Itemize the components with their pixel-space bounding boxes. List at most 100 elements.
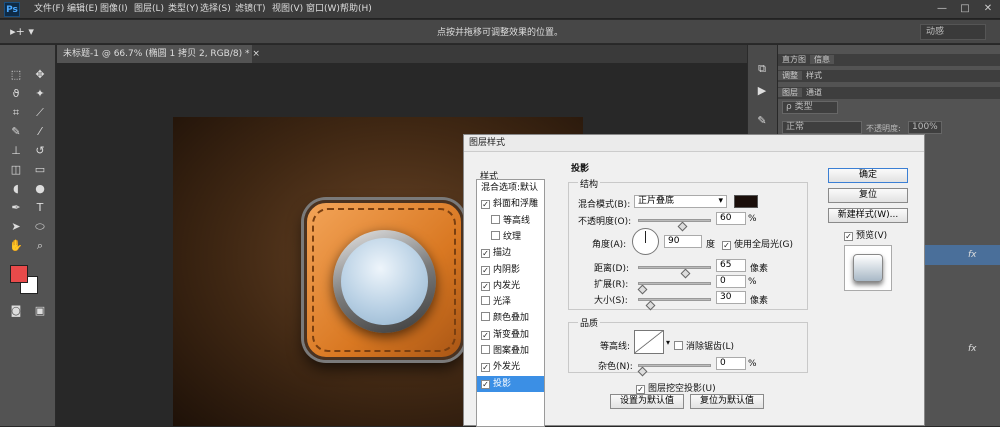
opacity-slider[interactable] xyxy=(638,219,711,232)
shape-tool-icon[interactable]: ⬭ xyxy=(30,218,50,236)
clone-stamp-icon[interactable]: ⊥ xyxy=(6,142,26,160)
style-item[interactable]: ✓ 内发光 xyxy=(477,278,544,294)
tab-info[interactable]: 信息 xyxy=(810,55,834,64)
spread-slider[interactable] xyxy=(637,282,711,295)
quick-mask-icon[interactable]: ◙ xyxy=(6,302,26,320)
style-item[interactable]: 图案叠加 xyxy=(477,343,544,359)
antialias-checkbox[interactable]: 消除锯齿(L) xyxy=(674,339,734,352)
menu-item[interactable]: 图像(I) xyxy=(100,0,128,19)
checkbox-checked-icon[interactable]: ✓ xyxy=(481,265,490,275)
tab-layers[interactable]: 图层 xyxy=(778,88,802,97)
checkbox-icon[interactable] xyxy=(481,312,490,322)
style-item[interactable]: 纹理 xyxy=(477,229,544,245)
menu-item[interactable]: 编辑(E) xyxy=(67,0,98,19)
lasso-tool-icon[interactable]: ϑ xyxy=(6,85,26,103)
close-tab-icon[interactable]: × xyxy=(252,49,260,59)
style-item[interactable]: ✓ 投影 xyxy=(477,375,544,392)
style-item[interactable]: 颜色叠加 xyxy=(477,310,544,326)
brush-tool-icon[interactable]: ⁄ xyxy=(30,123,50,141)
spread-field[interactable]: 0 xyxy=(716,275,746,288)
menu-item[interactable]: 选择(S) xyxy=(200,0,231,19)
size-slider[interactable] xyxy=(638,298,711,311)
eyedropper-icon[interactable]: ⟋ xyxy=(30,104,50,122)
close-button[interactable]: ✕ xyxy=(978,2,998,16)
chevron-down-icon[interactable]: ▾ xyxy=(666,338,670,347)
screen-mode-icon[interactable]: ▣ xyxy=(30,302,50,320)
tab-histogram[interactable]: 直方图 xyxy=(778,55,810,64)
menu-item[interactable]: 类型(Y) xyxy=(168,0,199,19)
checkbox-icon[interactable] xyxy=(491,230,500,240)
shadow-color-swatch[interactable] xyxy=(734,195,758,208)
pen-tool-icon[interactable]: ✒ xyxy=(6,199,26,217)
ok-button[interactable]: 确定 xyxy=(828,168,908,183)
move-tool-icon[interactable]: ✥ xyxy=(30,66,50,84)
menu-item[interactable]: 视图(V) xyxy=(272,0,303,19)
tab-adjustments[interactable]: 调整 xyxy=(778,71,802,80)
menu-item[interactable]: 文件(F) xyxy=(34,0,64,19)
menu-item[interactable]: 滤镜(T) xyxy=(235,0,266,19)
foreground-color-swatch[interactable] xyxy=(10,265,28,283)
global-light-checkbox[interactable]: ✓ 使用全局光(G) xyxy=(722,237,793,250)
style-item[interactable]: ✓ 斜面和浮雕 xyxy=(477,196,544,212)
path-select-icon[interactable]: ➤ xyxy=(6,218,26,236)
minimize-button[interactable]: — xyxy=(932,2,952,16)
style-item[interactable]: ✓ 外发光 xyxy=(477,359,544,375)
style-item[interactable]: 光泽 xyxy=(477,294,544,310)
layer-fx-icon[interactable]: fx xyxy=(968,344,977,354)
new-style-button[interactable]: 新建样式(W)... xyxy=(828,208,908,223)
gradient-tool-icon[interactable]: ▭ xyxy=(30,161,50,179)
blend-mode-select[interactable]: 正片叠底 ▾ xyxy=(634,195,727,208)
noise-field[interactable]: 0 xyxy=(716,357,746,370)
dodge-tool-icon[interactable]: ● xyxy=(30,180,50,198)
style-item[interactable]: ✓ 描边 xyxy=(477,245,544,261)
play-icon[interactable]: ▶ xyxy=(752,82,772,100)
checkbox-checked-icon[interactable]: ✓ xyxy=(481,363,490,373)
eraser-tool-icon[interactable]: ◫ xyxy=(6,161,26,179)
selected-layer-row[interactable] xyxy=(925,245,1000,265)
checkbox-icon[interactable] xyxy=(491,214,500,224)
history-icon[interactable]: ⧉ xyxy=(752,60,772,78)
checkbox-checked-icon[interactable]: ✓ xyxy=(481,330,490,340)
checkbox-icon[interactable] xyxy=(481,296,490,306)
angle-field[interactable]: 90 xyxy=(664,235,702,248)
document-tab[interactable]: 未标题-1 @ 66.7% (椭圆 1 拷贝 2, RGB/8) * × xyxy=(57,45,260,63)
layer-opacity-field[interactable]: 100% xyxy=(908,121,942,134)
distance-field[interactable]: 65 xyxy=(716,259,746,272)
healing-brush-icon[interactable]: ✎ xyxy=(6,123,26,141)
workspace-select[interactable]: 动感 xyxy=(920,24,986,40)
checkbox-checked-icon[interactable]: ✓ xyxy=(481,281,490,291)
style-item[interactable]: ✓ 渐变叠加 xyxy=(477,327,544,343)
distance-slider[interactable] xyxy=(638,266,711,279)
crop-tool-icon[interactable]: ⌗ xyxy=(6,104,26,122)
blur-tool-icon[interactable]: ◖ xyxy=(6,180,26,198)
menu-item[interactable]: 帮助(H) xyxy=(340,0,372,19)
layer-blend-select[interactable]: 正常 xyxy=(782,121,862,134)
history-brush-icon[interactable]: ↺ xyxy=(30,142,50,160)
checkbox-icon[interactable] xyxy=(481,345,490,354)
magic-wand-icon[interactable]: ✦ xyxy=(30,85,50,103)
reset-default-button[interactable]: 复位为默认值 xyxy=(690,394,764,409)
layer-filter-select[interactable]: ρ 类型 xyxy=(782,101,838,114)
marquee-tool-icon[interactable]: ⬚ xyxy=(6,66,26,84)
style-item[interactable]: 等高线 xyxy=(477,213,544,229)
brush-panel-icon[interactable]: ✎ xyxy=(752,112,772,130)
style-item[interactable]: 混合选项:默认 xyxy=(477,180,544,196)
contour-picker[interactable] xyxy=(634,330,664,354)
angle-dial[interactable] xyxy=(632,228,659,255)
noise-slider[interactable] xyxy=(637,364,711,377)
zoom-tool-icon[interactable]: ⌕ xyxy=(30,237,50,255)
menu-item[interactable]: 窗口(W) xyxy=(306,0,340,19)
layer-fx-icon[interactable]: fx xyxy=(968,250,977,260)
tab-channels[interactable]: 通道 xyxy=(802,88,826,97)
make-default-button[interactable]: 设置为默认值 xyxy=(610,394,684,409)
checkbox-checked-icon[interactable]: ✓ xyxy=(481,249,490,259)
menu-item[interactable]: 图层(L) xyxy=(134,0,164,19)
knockout-checkbox[interactable]: ✓ 图层挖空投影(U) xyxy=(636,381,716,394)
checkbox-checked-icon[interactable]: ✓ xyxy=(481,200,490,210)
preview-checkbox[interactable]: ✓ 预览(V) xyxy=(844,228,887,241)
size-field[interactable]: 30 xyxy=(716,291,746,304)
reset-button[interactable]: 复位 xyxy=(828,188,908,203)
maximize-button[interactable]: □ xyxy=(955,2,975,16)
hand-tool-icon[interactable]: ✋ xyxy=(6,237,26,255)
style-item[interactable]: ✓ 内阴影 xyxy=(477,262,544,278)
